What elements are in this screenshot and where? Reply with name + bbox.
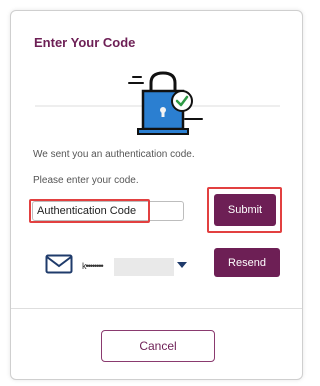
redacted-email-block (114, 258, 174, 276)
footer-divider (11, 308, 302, 309)
delivery-method-dropdown-icon[interactable] (177, 262, 187, 268)
dialog-title: Enter Your Code (34, 35, 136, 50)
envelope-icon (45, 254, 73, 274)
authentication-dialog: Enter Your Code We sent you an authentic… (10, 10, 303, 380)
submit-button-highlight: Submit (207, 187, 282, 233)
code-sent-message: We sent you an authentication code. (33, 149, 195, 160)
code-input-group (29, 198, 189, 224)
masked-email: k•••••••• (82, 261, 104, 271)
authentication-code-input[interactable] (32, 201, 184, 221)
cancel-button[interactable]: Cancel (101, 330, 215, 362)
resend-button[interactable]: Resend (214, 248, 280, 277)
enter-code-instruction: Please enter your code. (33, 175, 139, 186)
secure-laptop-lock-illustration (35, 71, 280, 135)
submit-button[interactable]: Submit (214, 194, 276, 226)
